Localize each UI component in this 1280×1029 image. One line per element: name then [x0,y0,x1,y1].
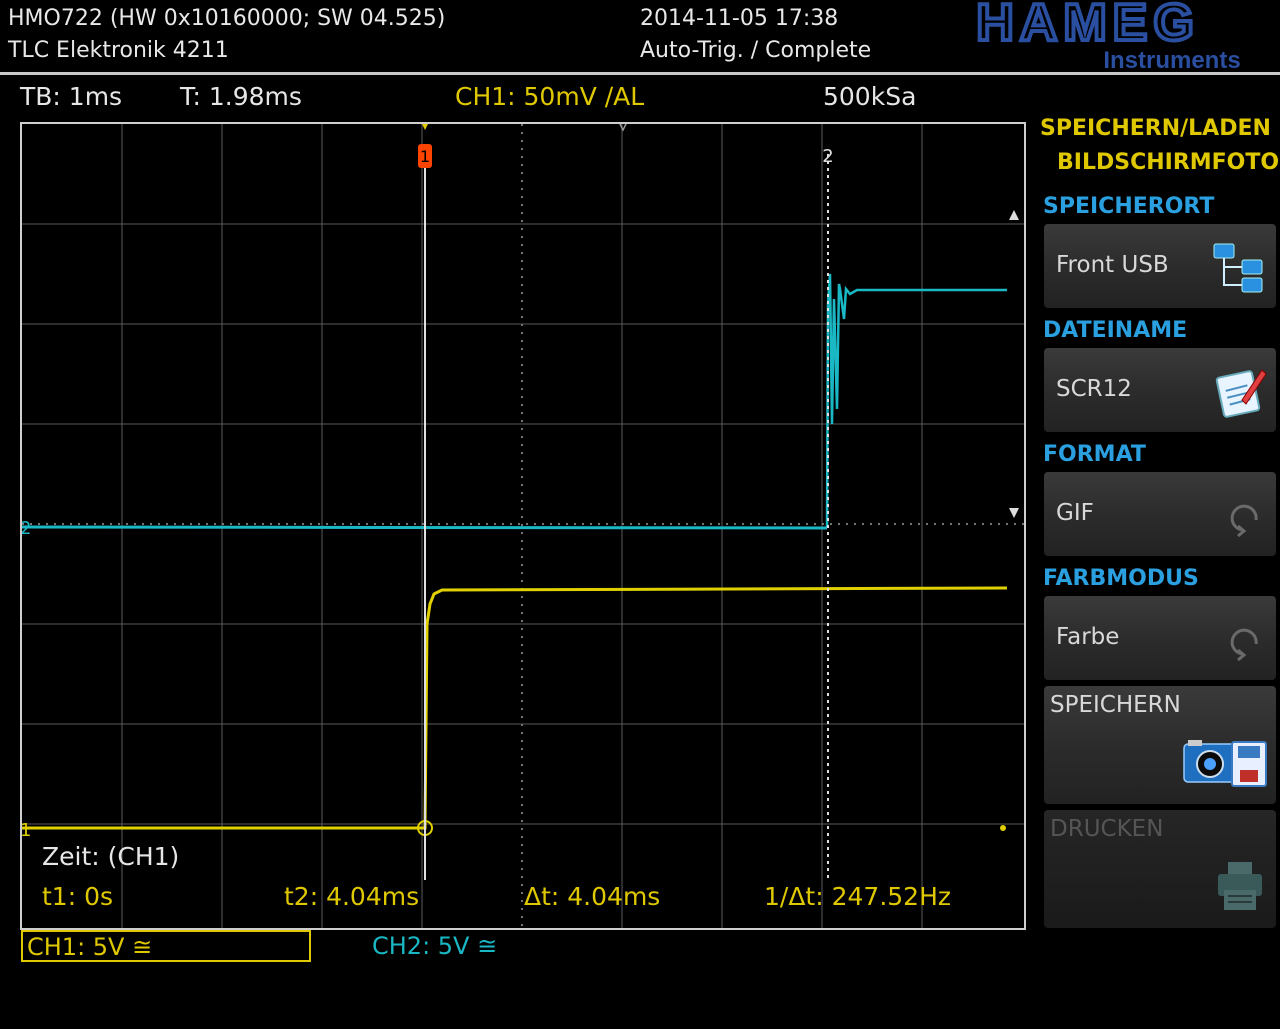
datetime: 2014-11-05 17:38 [640,6,839,31]
device-owner: TLC Elektronik 4211 [8,38,229,63]
timebase[interactable]: TB: 1ms [20,82,122,111]
measurement-title: Zeit: (CH1) [42,842,180,871]
ch2-waveform [22,273,1007,530]
device-id: HMO722 (HW 0x10160000; SW 04.525) [8,6,446,31]
cycle-icon [1230,628,1258,662]
ch2-ground-marker: 2 [22,518,31,539]
ch1-settings-label: CH1: 5V ≅ [27,933,153,961]
print-button[interactable]: DRUCKEN [1044,810,1276,928]
cursor-1-label: 1 [420,147,430,166]
color-mode-value: Farbe [1056,624,1120,650]
brand-subtitle: Instruments [1103,47,1240,72]
clipboard-edit-icon [1215,369,1267,418]
measurement-t1: t1: 0s [42,882,114,911]
format-button[interactable]: GIF [1044,472,1276,556]
menu-title: SPEICHERN/LADEN [1040,116,1271,141]
hameg-logo: HAMEG Instruments [974,0,1240,72]
ch1-trigger-setting[interactable]: CH1: 50mV ∕AL [455,82,644,111]
printer-icon [1218,862,1262,910]
cycle-icon [1230,504,1258,538]
brand-text: HAMEG [976,0,1200,52]
format-value: GIF [1056,500,1094,526]
color-mode-label: FARBMODUS [1043,566,1199,591]
cursor-2-label: 2 [822,146,833,167]
trigger-time[interactable]: T: 1.98ms [180,82,302,111]
filename-label: DATEINAME [1043,318,1188,343]
measurement-freq: 1/Δt: 247.52Hz [764,882,951,911]
storage-location-value: Front USB [1056,252,1169,278]
storage-location-label: SPEICHERORT [1043,194,1215,219]
camera-save-icon [1183,740,1267,787]
print-label: DRUCKEN [1050,816,1164,842]
format-label: FORMAT [1043,442,1146,467]
sample-rate: 500kSa [823,82,917,111]
ch1-right-marker [1000,825,1006,831]
ch1-settings-box[interactable]: CH1: 5V ≅ [21,930,311,962]
header-divider [0,72,1280,75]
scroll-up-icon[interactable] [1009,210,1019,220]
filename-value: SCR12 [1056,376,1132,402]
measurement-dt: Δt: 4.04ms [524,882,661,911]
save-label: SPEICHERN [1050,692,1181,718]
save-button[interactable]: SPEICHERN [1044,686,1276,804]
waveform-display[interactable]: 1 2 2 1 Zeit: (CH1) t1: 0s t2: 4.04ms Δt… [20,122,1026,930]
measurement-t2: t2: 4.04ms [284,882,420,911]
ch2-settings-label[interactable]: CH2: 5V ≅ [372,932,497,960]
folder-tree-icon [1213,243,1263,293]
scroll-down-icon[interactable] [1009,508,1019,518]
color-mode-button[interactable]: Farbe [1044,596,1276,680]
menu-subtitle: BILDSCHIRMFOTO [1057,150,1280,175]
ch1-ground-marker: 1 [22,820,31,841]
trigger-status: Auto-Trig. / Complete [640,38,872,63]
storage-location-button[interactable]: Front USB [1044,224,1276,308]
filename-button[interactable]: SCR12 [1044,348,1276,432]
ch1-waveform [22,586,1008,836]
center-marker [619,124,627,132]
